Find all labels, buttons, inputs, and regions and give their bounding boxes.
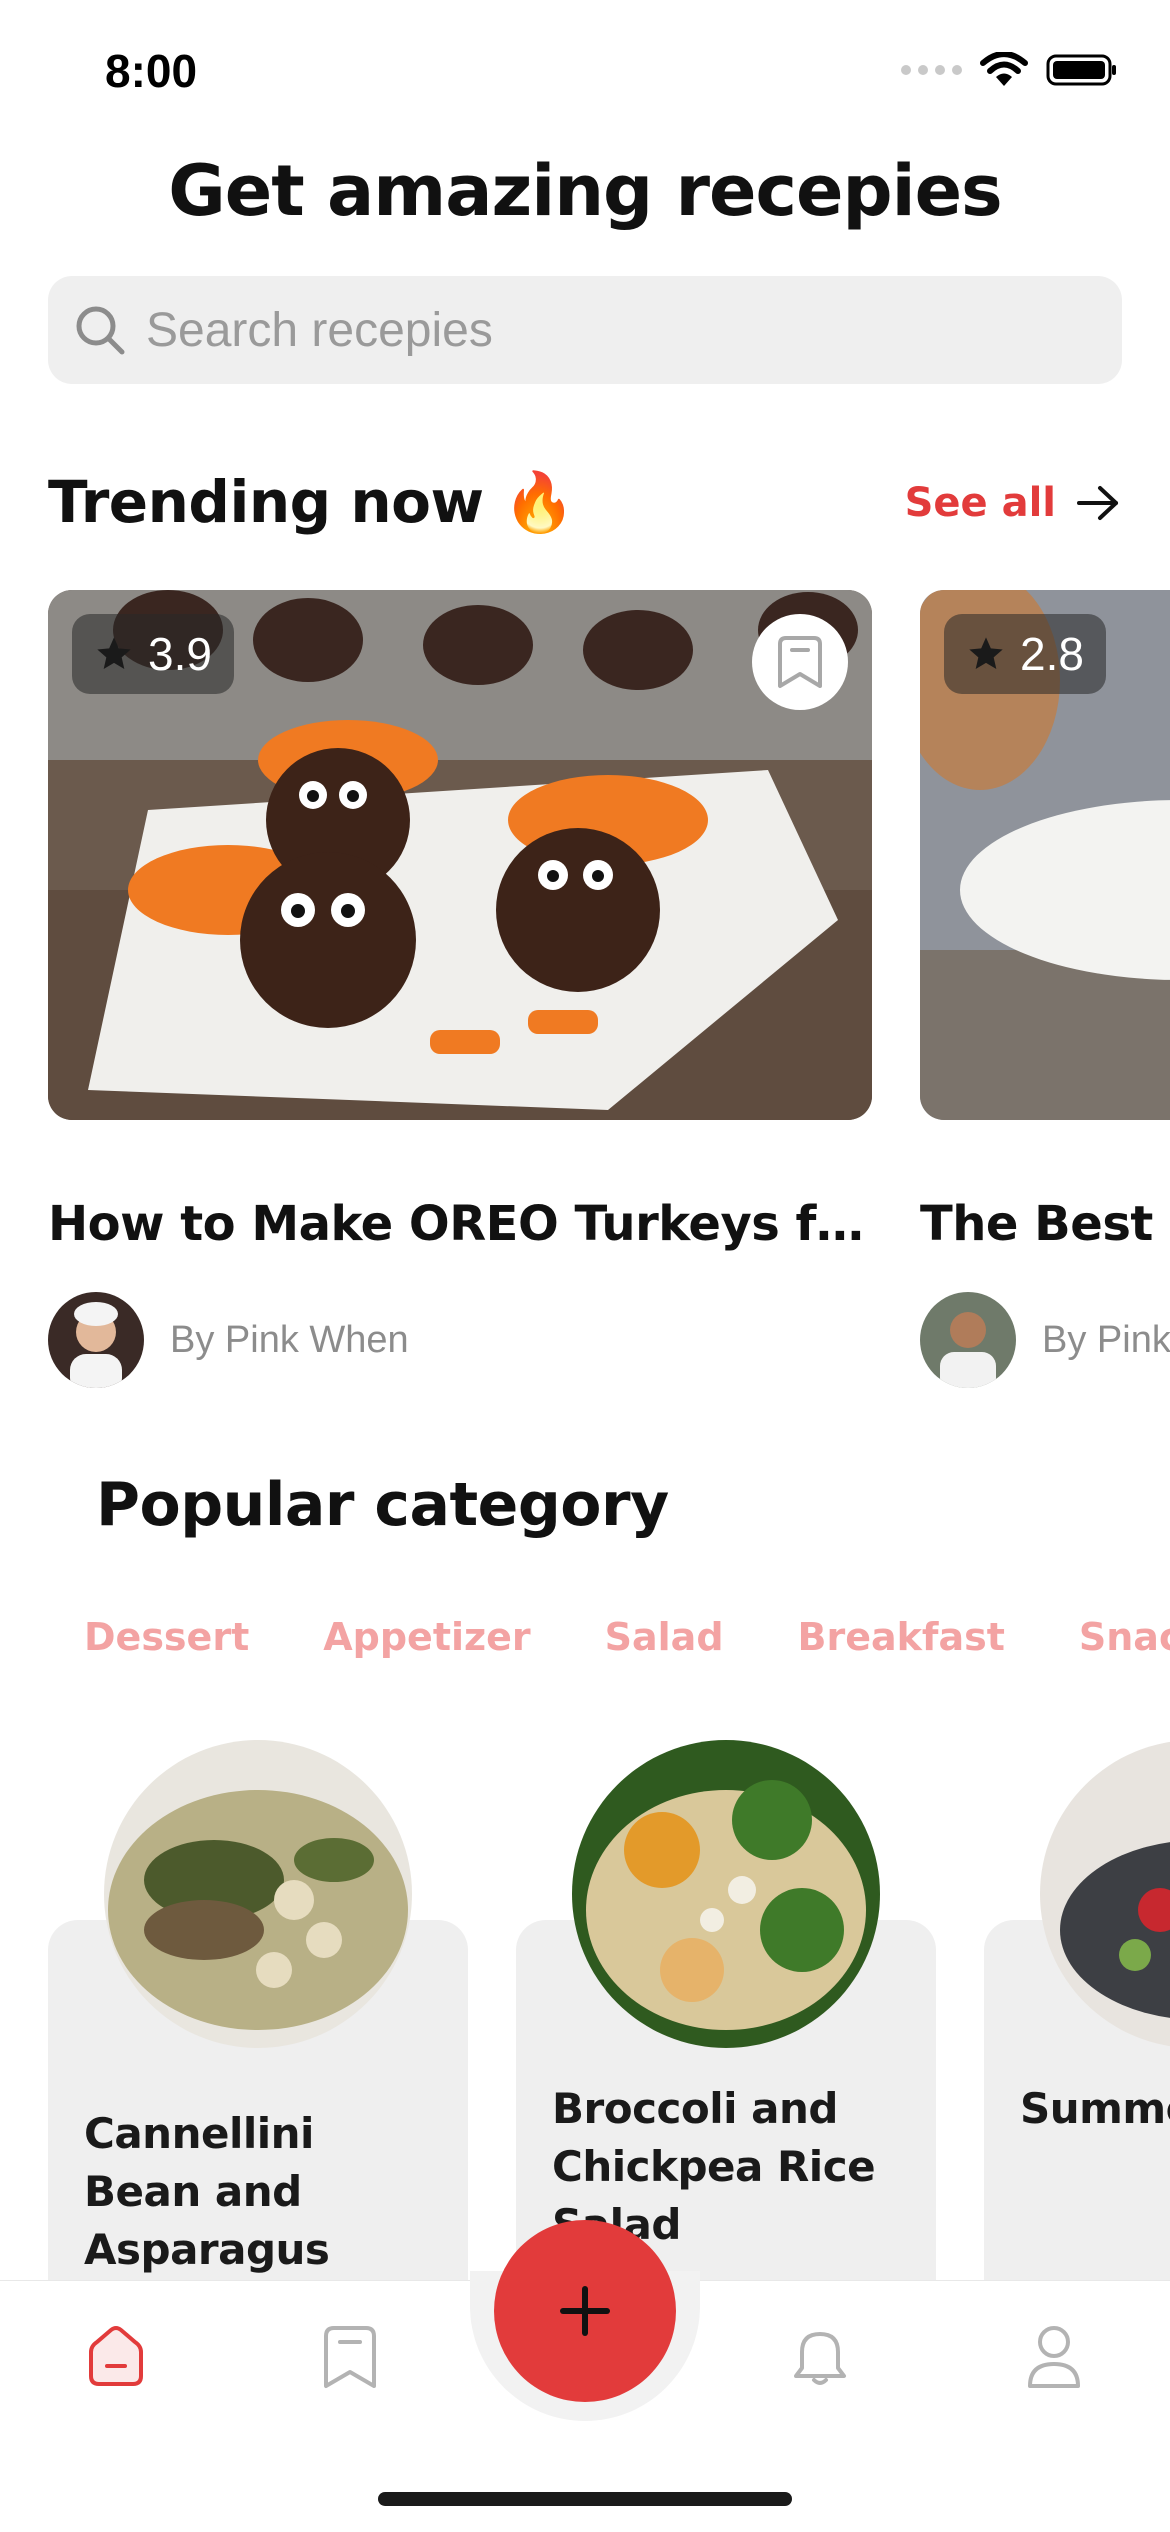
rating-value: 3.9 [148,628,212,680]
popular-card[interactable]: Broccoli and Chickpea Rice Salad [516,1740,936,2280]
recipe-image-broccoli-rice-salad [572,1740,880,2048]
tab-home[interactable] [66,2307,166,2407]
add-recipe-button[interactable] [494,2220,676,2402]
search-icon [76,306,125,355]
see-all-label: See all [904,479,1056,526]
trending-header: Trending now 🔥 See all [48,468,1122,537]
see-all-button[interactable]: See all [905,480,1122,526]
recipe-title[interactable]: The Best C [920,1196,1170,1252]
tab-notifications[interactable] [770,2307,870,2407]
bookmark-icon [778,636,822,688]
home-indicator[interactable] [378,2492,792,2506]
recipe-image[interactable]: 2.8 [920,590,1170,1120]
author-name: By Pink When [170,1318,409,1361]
bell-icon [794,2332,846,2385]
recipe-title: Cannellini Bean and Asparagus Salad with… [84,2109,330,2274]
tab-saved[interactable] [300,2307,400,2407]
recipe-title: Summe Berry S [1020,2084,1170,2133]
author-row: By Pinky [920,1292,1170,1388]
status-bar: 8:00 [0,0,1170,140]
author-name: By Pinky [1042,1318,1170,1361]
bookmark-icon [324,2326,376,2388]
trending-title: Trending now 🔥 [48,468,575,536]
star-icon [969,637,1003,669]
trending-carousel[interactable]: 3.9 How to Make OREO Turkeys for T... By… [48,590,1170,1410]
trending-card[interactable]: 2.8 The Best C By Pinky [920,590,1170,1388]
status-icons [901,52,1118,88]
search-input[interactable] [146,302,1046,358]
author-row: By Pink When [48,1292,872,1388]
wifi-icon [980,52,1028,86]
category-tabs[interactable]: Dessert Appetizer Salad Breakfast Snack … [84,1615,1170,1675]
home-icon [89,2326,143,2386]
popular-card[interactable]: Cannellini Bean and Asparagus Salad with… [48,1740,468,2280]
category-tab-breakfast[interactable]: Breakfast [798,1615,1005,1675]
status-time: 8:00 [105,45,198,97]
page-title: Get amazing recepies [168,150,1002,232]
avatar [48,1292,144,1388]
tab-profile[interactable] [1004,2307,1104,2407]
rating-value: 2.8 [1020,628,1084,680]
star-icon [97,637,131,669]
category-tab-dessert[interactable]: Dessert [84,1615,249,1675]
category-tab-snack[interactable]: Snack [1079,1615,1170,1675]
recipe-title[interactable]: How to Make OREO Turkeys for T... [48,1196,872,1252]
category-tab-appetizer[interactable]: Appetizer [323,1615,530,1675]
category-title: Popular category [96,1470,669,1540]
rating-badge: 2.8 [944,614,1106,694]
rating-badge: 3.9 [72,614,234,694]
category-tab-salad[interactable]: Salad [605,1615,724,1675]
recipe-image-cannellini-salad [104,1740,412,2048]
trending-card[interactable]: 3.9 How to Make OREO Turkeys for T... By… [48,590,872,1388]
recipe-image-oreo-turkeys[interactable]: 3.9 [48,590,872,1120]
popular-card[interactable]: Summe Berry S [984,1740,1170,2280]
user-icon [1028,2326,1080,2388]
plus-icon [560,2286,610,2336]
arrow-right-icon [1077,485,1118,520]
avatar [920,1292,1016,1388]
battery-icon [1046,54,1116,86]
popular-carousel[interactable]: Cannellini Bean and Asparagus Salad with… [48,1740,1170,2280]
bookmark-button[interactable] [752,614,848,710]
search-bar[interactable] [48,276,1122,384]
cellular-signal-icon [901,65,962,75]
